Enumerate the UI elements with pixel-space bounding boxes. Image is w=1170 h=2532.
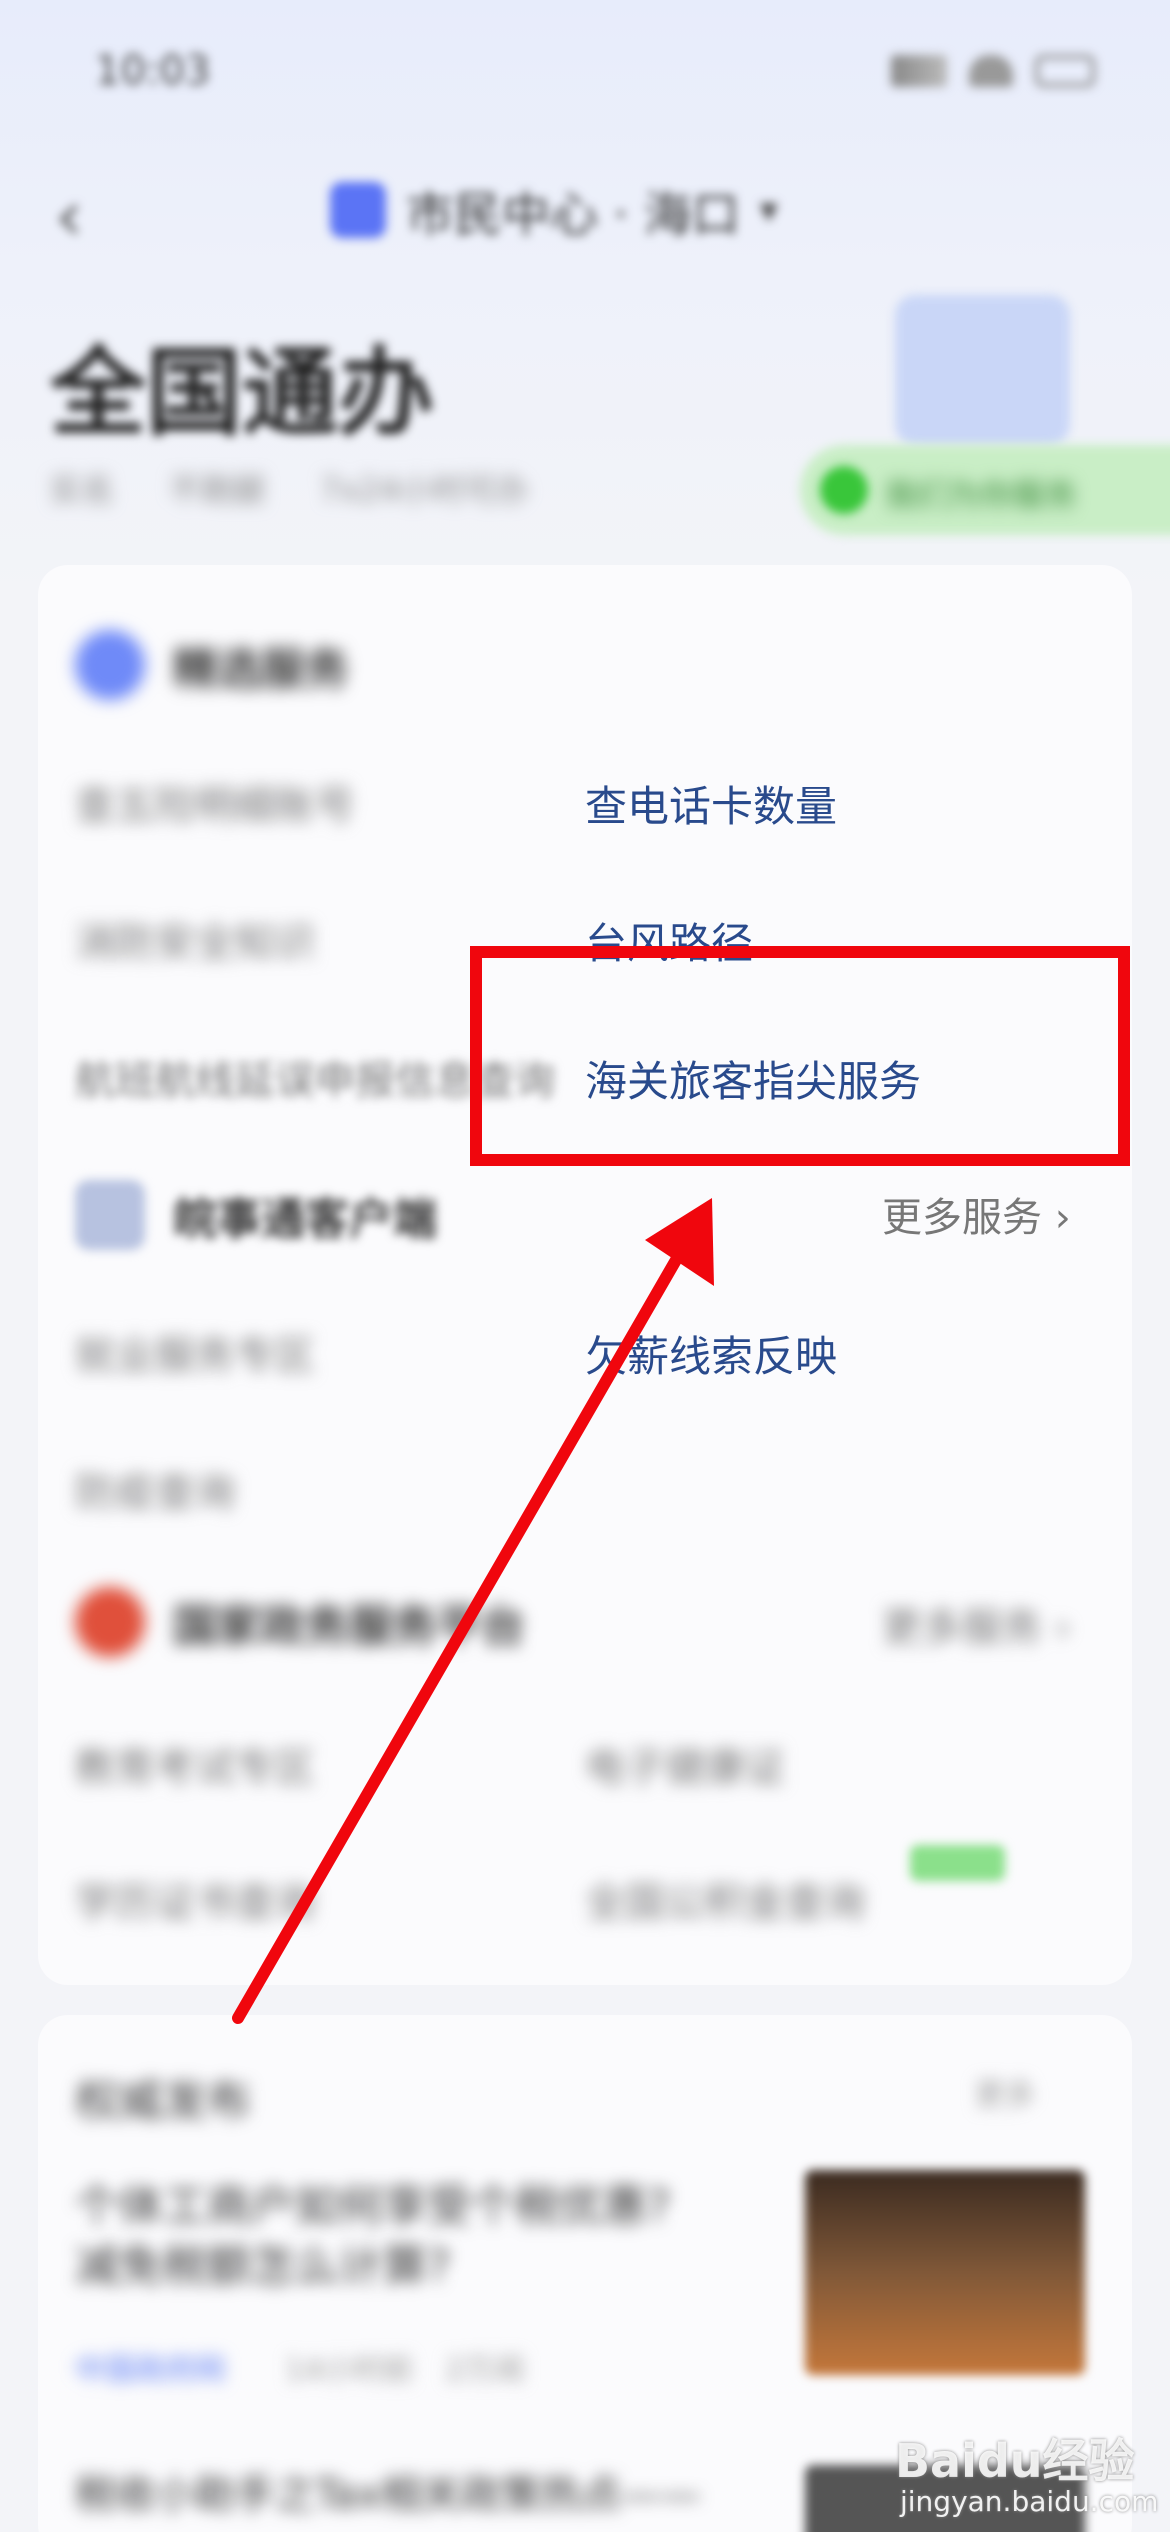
more-services-label: 更多服务 — [882, 1605, 1042, 1651]
header-tag: 不跑腿 — [169, 471, 266, 509]
service-item-phone-card[interactable]: 查电话卡数量 — [585, 773, 837, 834]
news-article-title[interactable]: 个体工商户如何享受个税优惠? — [75, 2170, 670, 2234]
service-item[interactable]: 查五险明细账号 — [75, 773, 355, 831]
news-section-title: 权威发布 — [75, 2076, 251, 2127]
news-source: 中国政府网 — [75, 2353, 225, 2388]
service-item[interactable]: 全国公积金查询 — [585, 1870, 865, 1928]
news-article-title[interactable]: 税收小助手之Tax相关政策热点—— — [75, 2462, 701, 2520]
more-services-label: 更多服务 — [882, 1195, 1042, 1241]
header-tag: 实名 — [50, 471, 115, 509]
section-national-header: 国家政务服务平台 — [75, 1587, 525, 1657]
wifi-icon — [969, 55, 1013, 87]
header-tag: 7x24小时可办 — [320, 471, 529, 509]
service-item[interactable]: 电子健康证 — [585, 1735, 785, 1793]
service-item[interactable]: 教育考试专区 — [75, 1735, 315, 1793]
news-reads: 2万阅 — [445, 2353, 525, 2388]
chevron-down-icon: ▾ — [759, 189, 778, 231]
section-title: 国家政务服务平台 — [173, 1601, 525, 1652]
more-services-link[interactable]: 更多服务 › — [882, 1185, 1071, 1243]
city-icon — [330, 182, 386, 238]
city-selector[interactable]: 市民中心 · 海口 ▾ — [330, 175, 778, 245]
battery-icon — [1035, 55, 1095, 87]
promo-text: 我们为你服务 — [885, 476, 1078, 514]
city-label: 市民中心 · 海口 — [406, 187, 740, 243]
calendar-illustration-icon — [895, 295, 1070, 445]
new-badge — [910, 1845, 1005, 1881]
more-services-link[interactable]: 更多服务 › — [882, 1595, 1071, 1653]
service-item[interactable]: 消防安全知识 — [75, 910, 315, 968]
service-item[interactable]: 就业服务专区 — [75, 1323, 315, 1381]
status-time: 10:03 — [95, 48, 211, 94]
status-bar: 10:03 — [0, 0, 1170, 150]
selected-services-icon — [75, 630, 145, 700]
service-item[interactable]: 防疫查询 — [75, 1460, 235, 1518]
news-thumbnail[interactable] — [805, 2170, 1085, 2375]
header-tags: 实名 不跑腿 7x24小时可办 — [50, 465, 528, 511]
back-icon[interactable]: ‹ — [55, 175, 83, 257]
national-emblem-icon — [75, 1587, 145, 1657]
chevron-right-icon: › — [1054, 1605, 1071, 1651]
signal-icon — [891, 55, 947, 87]
section-selected-header: 精选服务 — [75, 630, 349, 700]
status-icons — [891, 55, 1095, 87]
watermark-site: jingyan.baidu.com — [900, 2485, 1159, 2518]
section-title: 皖事通客户端 — [173, 1194, 437, 1245]
news-time: 14小时前 — [285, 2353, 414, 2388]
page-title: 全国通办 — [50, 337, 434, 449]
page: 10:03 ‹ 市民中心 · 海口 ▾ 全国通办 实名 不跑腿 7x24小时可办… — [0, 0, 1170, 2532]
promo-icon — [820, 466, 868, 514]
news-more-link[interactable]: 更多 — [975, 2070, 1035, 2114]
service-item-wage-arrears[interactable]: 欠薪线索反映 — [585, 1323, 837, 1384]
news-article-title[interactable]: 减免税额怎么计算? — [75, 2230, 450, 2294]
section-client-header: 皖事通客户端 — [75, 1180, 437, 1250]
watermark-brand: Baidu经验 — [895, 2434, 1135, 2488]
section-title: 精选服务 — [173, 644, 349, 695]
highlight-box — [470, 946, 1130, 1166]
client-shield-icon — [75, 1180, 145, 1250]
service-item[interactable]: 学历证书查询 — [75, 1870, 315, 1928]
chevron-right-icon: › — [1054, 1195, 1071, 1241]
